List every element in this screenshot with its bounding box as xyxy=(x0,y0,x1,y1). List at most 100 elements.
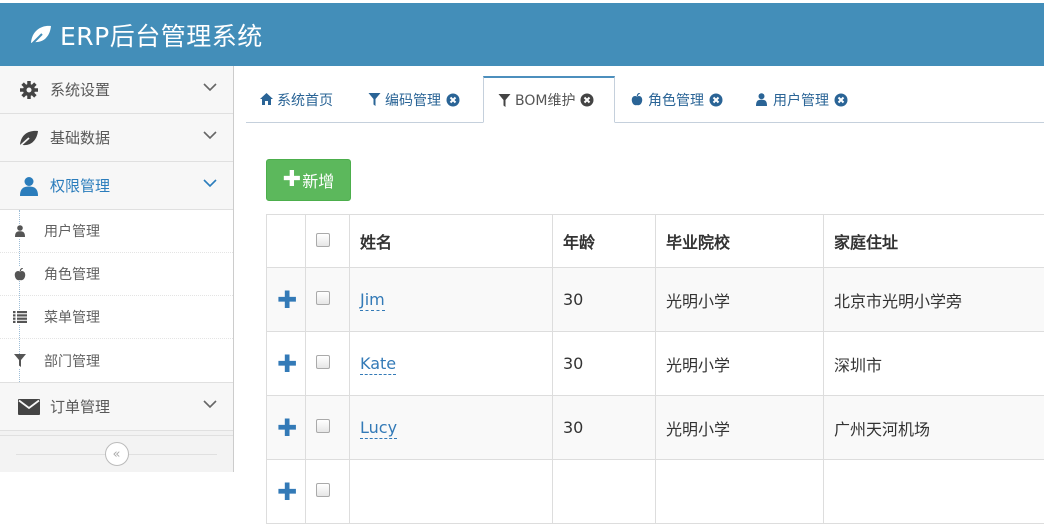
school-cell: 光明小学 xyxy=(656,332,824,396)
checkbox-cell xyxy=(306,332,350,396)
sidebar-item-user-management[interactable]: 用户管理 xyxy=(0,210,233,253)
menu-label: 基础数据 xyxy=(50,127,110,148)
table-row: ✚ Jim 30 光明小学 北京市光明小学旁 xyxy=(267,268,1044,332)
address-cell: 深圳市 xyxy=(824,332,1044,396)
submenu-label: 菜单管理 xyxy=(44,307,100,327)
menu-orders[interactable]: 订单管理 xyxy=(0,383,233,431)
tab-label: 用户管理 xyxy=(773,90,829,110)
chevron-down-icon xyxy=(203,128,217,142)
double-chevron-left-icon: « xyxy=(113,447,121,462)
select-all-checkbox[interactable] xyxy=(316,233,330,247)
age-cell: 30 xyxy=(553,396,656,460)
app-title: ERP后台管理系统 xyxy=(60,17,263,53)
submenu-label: 部门管理 xyxy=(44,351,100,371)
chevron-down-icon xyxy=(203,397,217,411)
sidebar-item-role-management[interactable]: 角色管理 xyxy=(0,253,233,296)
column-header-address[interactable]: 家庭住址 xyxy=(824,215,1044,268)
school-cell xyxy=(656,460,824,524)
tab-code-management[interactable]: 编码管理 xyxy=(368,76,460,123)
expand-cell: ✚ xyxy=(267,268,306,332)
school-cell: 光明小学 xyxy=(656,396,824,460)
close-icon[interactable] xyxy=(709,93,723,107)
name-editable-link[interactable]: Lucy xyxy=(360,418,397,439)
tab-bom-maintenance[interactable]: BOM维护 xyxy=(483,76,615,123)
checkbox-cell xyxy=(306,396,350,460)
apple-icon xyxy=(13,267,27,281)
apple-icon xyxy=(631,93,644,106)
close-icon[interactable] xyxy=(580,93,594,107)
table-row: ✚ Kate 30 光明小学 深圳市 xyxy=(267,332,1044,396)
user-icon xyxy=(756,93,769,106)
column-header-age[interactable]: 年龄 xyxy=(553,215,656,268)
expand-row-button[interactable]: ✚ xyxy=(277,414,297,442)
age-cell: 30 xyxy=(553,268,656,332)
expand-row-button[interactable]: ✚ xyxy=(277,478,297,506)
row-checkbox[interactable] xyxy=(316,355,330,369)
expand-row-button[interactable]: ✚ xyxy=(277,350,297,378)
row-checkbox[interactable] xyxy=(316,291,330,305)
address-cell: 北京市光明小学旁 xyxy=(824,268,1044,332)
filter-icon xyxy=(13,354,27,368)
user-icon xyxy=(18,175,40,197)
submenu-label: 角色管理 xyxy=(44,264,100,284)
tab-label: 系统首页 xyxy=(277,90,333,110)
name-editable-link[interactable]: Jim xyxy=(360,290,385,311)
chevron-down-icon xyxy=(203,176,217,190)
menu-label: 订单管理 xyxy=(50,396,110,417)
permissions-submenu: 用户管理 角色管理 菜单管理 部门管理 xyxy=(0,210,233,383)
expand-column-header xyxy=(267,215,306,268)
menu-base-data[interactable]: 基础数据 xyxy=(0,114,233,162)
table-row: ✚ xyxy=(267,460,1044,524)
expand-cell: ✚ xyxy=(267,396,306,460)
column-header-school[interactable]: 毕业院校 xyxy=(656,215,824,268)
filter-icon xyxy=(498,94,511,107)
tab-bar: 系统首页 编码管理 BOM维护 角色管理 用户管理 xyxy=(246,76,1044,123)
sidebar-item-menu-management[interactable]: 菜单管理 xyxy=(0,296,233,339)
menu-permissions[interactable]: 权限管理 xyxy=(0,162,233,210)
row-checkbox[interactable] xyxy=(316,419,330,433)
age-cell: 30 xyxy=(553,332,656,396)
name-editable-link[interactable]: Kate xyxy=(360,354,396,375)
close-icon[interactable] xyxy=(834,93,848,107)
menu-label: 系统设置 xyxy=(50,79,110,100)
leaf-icon xyxy=(18,127,40,149)
envelope-icon xyxy=(18,396,40,418)
submenu-label: 用户管理 xyxy=(44,221,100,241)
checkbox-cell xyxy=(306,460,350,524)
sidebar-collapse-bar: « xyxy=(0,435,233,472)
menu-system-settings[interactable]: 系统设置 xyxy=(0,66,233,114)
tab-role-management[interactable]: 角色管理 xyxy=(631,76,723,123)
table-header-row: 姓名 年龄 毕业院校 家庭住址 xyxy=(267,215,1044,268)
tab-label: 编码管理 xyxy=(385,90,441,110)
expand-cell: ✚ xyxy=(267,332,306,396)
home-icon xyxy=(260,93,273,106)
expand-cell: ✚ xyxy=(267,460,306,524)
name-cell: Kate xyxy=(350,332,553,396)
collapse-sidebar-button[interactable]: « xyxy=(105,442,129,466)
expand-row-button[interactable]: ✚ xyxy=(277,286,297,314)
top-header: ERP后台管理系统 xyxy=(0,0,1044,66)
address-cell: 广州天河机场 xyxy=(824,396,1044,460)
tab-label: BOM维护 xyxy=(515,90,575,110)
row-checkbox[interactable] xyxy=(316,483,330,497)
chevron-down-icon xyxy=(203,80,217,94)
select-all-cell xyxy=(306,215,350,268)
sidebar-item-department-management[interactable]: 部门管理 xyxy=(0,339,233,382)
column-header-name[interactable]: 姓名 xyxy=(350,215,553,268)
menu-label: 权限管理 xyxy=(50,175,110,196)
sidebar: 系统设置 基础数据 权限管理 用户管理 角色管理 菜单管理 部门管理 xyxy=(0,66,234,472)
user-icon xyxy=(13,224,27,238)
tab-user-management[interactable]: 用户管理 xyxy=(756,76,848,123)
leaf-icon xyxy=(28,22,54,48)
name-cell xyxy=(350,460,553,524)
address-cell xyxy=(824,460,1044,524)
add-button[interactable]: ✚ 新增 xyxy=(266,159,351,201)
close-icon[interactable] xyxy=(446,93,460,107)
list-icon xyxy=(13,310,27,324)
name-cell: Jim xyxy=(350,268,553,332)
tab-home[interactable]: 系统首页 xyxy=(260,76,333,123)
tab-label: 角色管理 xyxy=(648,90,704,110)
school-cell: 光明小学 xyxy=(656,268,824,332)
filter-icon xyxy=(368,93,381,106)
age-cell xyxy=(553,460,656,524)
